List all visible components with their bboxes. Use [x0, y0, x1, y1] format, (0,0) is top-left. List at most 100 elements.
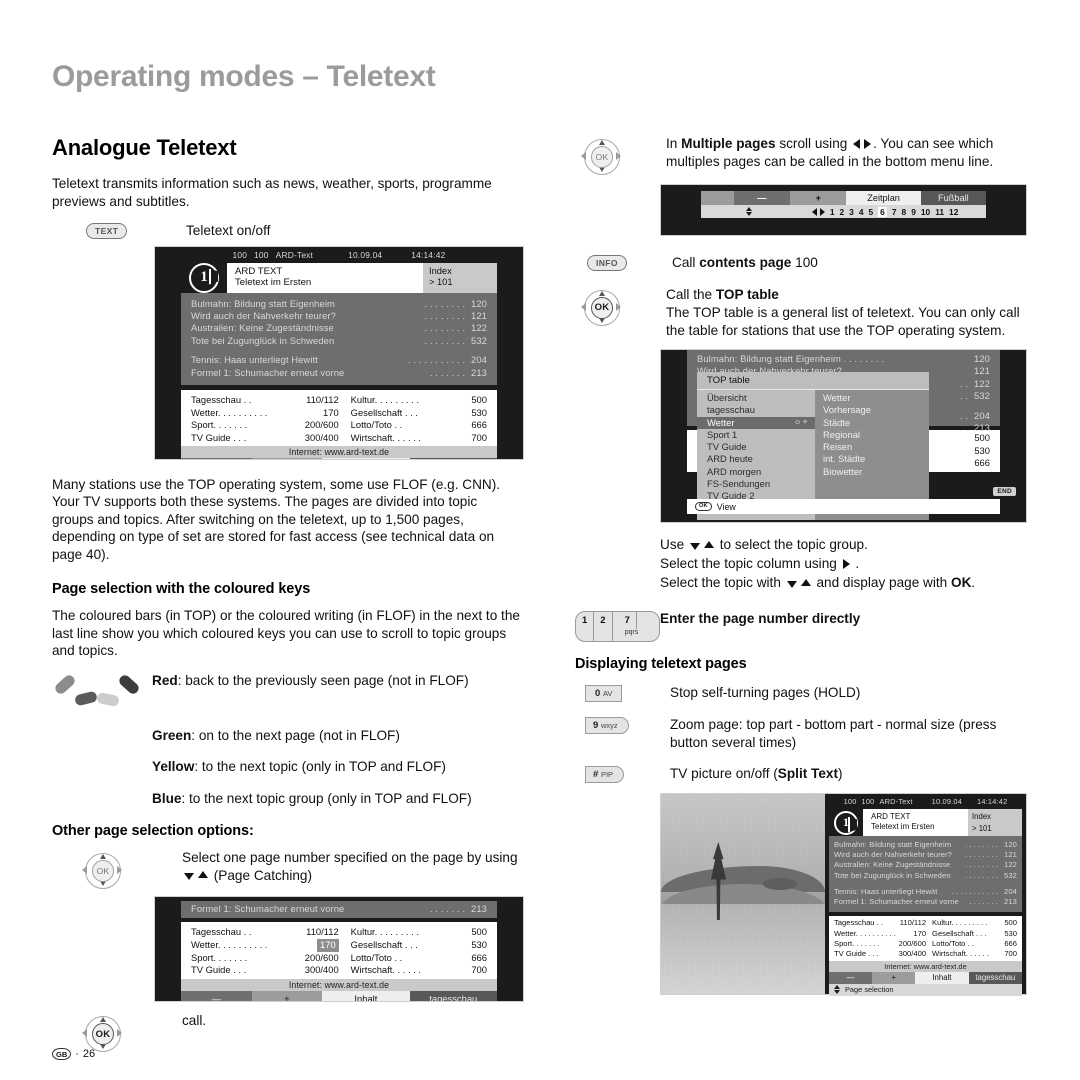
- tt-news-num: 122: [974, 377, 990, 389]
- tt-sports-text: Formel 1: Schumacher erneut vorne: [834, 897, 959, 907]
- topic-item[interactable]: Wetter: [815, 392, 929, 404]
- mp-number[interactable]: 12: [949, 207, 958, 217]
- mp-number[interactable]: 11: [935, 207, 944, 217]
- mp-spacer: [701, 191, 734, 205]
- topic-item[interactable]: Regional: [815, 429, 929, 441]
- number-key-2[interactable]: 2: [594, 612, 613, 641]
- teletext-screenshot-page-catching: Formel 1: Schumacher erneut vorne . . . …: [154, 896, 524, 1002]
- arrow-down-icon: [184, 873, 194, 881]
- tt-sports-num: 213: [1004, 897, 1017, 907]
- tt-news-text: Australien: Keine Zugeständnisse: [834, 860, 951, 870]
- navigation-ring-icon[interactable]: OK: [581, 136, 621, 176]
- tt-news-text: Wird auch der Nahverkehr teurer?: [834, 850, 952, 860]
- tt-key-red[interactable]: —: [181, 990, 252, 1001]
- text-key[interactable]: TEXT: [86, 223, 128, 239]
- tt-key-blue[interactable]: tagesschau: [409, 990, 497, 1001]
- key-0-av[interactable]: 0 AV: [585, 685, 623, 702]
- top-table-usage: Use to select the topic group. Select th…: [660, 535, 1030, 592]
- right-column: OK In Multiple pages scroll using . You …: [575, 135, 1030, 996]
- coloured-keys-icon: [52, 672, 144, 713]
- coloured-key-name-yellow: Yellow: [152, 759, 195, 774]
- mp-key-red[interactable]: —: [733, 191, 791, 205]
- tt-sports-row: Formel 1: Schumacher erneut vorne . . . …: [191, 903, 487, 915]
- tt-sports-num: 213: [471, 366, 487, 378]
- topic-item[interactable]: Reisen: [815, 441, 929, 453]
- tt-colour-bar: — + Inhalt tagesschau: [181, 458, 497, 459]
- usage-post: .: [855, 556, 860, 571]
- mp-number[interactable]: 7: [892, 207, 897, 217]
- topic-group-item[interactable]: Sport 1: [697, 429, 815, 441]
- tt-news-row: Bulmahn: Bildung statt Eigenheim . . . .…: [697, 353, 990, 365]
- eins-logo-icon: 1: [834, 810, 858, 835]
- topic-group-item[interactable]: FS-Sendungen: [697, 478, 815, 490]
- number-keys-icon[interactable]: 1 2 7 pqrs: [575, 611, 660, 642]
- tt-key-yellow[interactable]: Inhalt: [322, 990, 410, 1001]
- tt-idx-r-num: 500: [974, 432, 990, 443]
- tt-key-blue[interactable]: tagesschau: [968, 971, 1022, 984]
- tt-idx-l-num: 110/112: [899, 918, 927, 928]
- tt-key-green[interactable]: +: [872, 971, 916, 984]
- mp-number[interactable]: 2: [839, 207, 844, 217]
- tt-key-yellow[interactable]: Inhalt: [915, 971, 969, 984]
- topic-group-item[interactable]: ARD heute: [697, 453, 815, 465]
- navigation-ring-icon[interactable]: OK: [82, 850, 122, 890]
- tt-key-blue[interactable]: tagesschau: [409, 458, 497, 459]
- pip-caption-bold: Split Text: [777, 766, 838, 781]
- topic-group-item[interactable]: Übersicht: [697, 392, 815, 404]
- tt-idx-r-num: 700: [1004, 949, 1017, 959]
- key-9-wxyz[interactable]: 9 wxyz: [585, 717, 629, 734]
- mp-number[interactable]: 8: [902, 207, 907, 217]
- tt-idx-r-name: Kultur. . . . . . . . .: [350, 926, 419, 938]
- mp-number[interactable]: 4: [859, 207, 864, 217]
- mp-number[interactable]: 9: [911, 207, 916, 217]
- topic-item[interactable]: int. Städte: [815, 453, 929, 465]
- ok-label: OK: [92, 1023, 114, 1045]
- key-sublabel: PIP: [600, 769, 614, 779]
- tt-idx-l-num-selected[interactable]: 170: [317, 939, 339, 952]
- text-key-cell: TEXT: [52, 222, 186, 239]
- page-footer: GB · 26: [52, 1048, 95, 1060]
- mp-key-blue[interactable]: Fußball: [920, 191, 986, 205]
- tt-date: 10.09.04: [348, 249, 383, 260]
- coloured-key-row-red: Red: back to the previously seen page (n…: [52, 672, 522, 713]
- topic-item[interactable]: Biowetter: [815, 466, 929, 478]
- mp-key-green[interactable]: +: [790, 191, 847, 205]
- tt-key-red[interactable]: —: [181, 458, 252, 459]
- topic-item[interactable]: Vorhersage: [815, 404, 929, 416]
- topic-group-item[interactable]: tagesschau: [697, 404, 815, 416]
- tt-title-line1: ARD TEXT: [871, 812, 911, 821]
- ok-button-icon[interactable]: OK: [82, 1013, 122, 1053]
- usage-post: .: [971, 575, 976, 590]
- multiple-pages-line1: In Multiple pages scroll using . You can…: [666, 135, 1030, 153]
- tt-key-green[interactable]: +: [251, 458, 323, 459]
- display-caption-pip: TV picture on/off (Split Text): [670, 765, 1030, 783]
- tt-index-value: > 101: [429, 277, 453, 287]
- tt-internet-line: Internet: www.ard-text.de: [181, 978, 497, 991]
- end-badge: END: [993, 487, 1016, 496]
- tt-idx-r-name: Wirtschaft. . . . . .: [350, 431, 421, 443]
- number-key-7[interactable]: 7 pqrs: [613, 612, 659, 641]
- tt-key-yellow[interactable]: Inhalt: [322, 458, 410, 459]
- key-hash-pip[interactable]: # PIP: [585, 766, 625, 783]
- tt-sports-dots: . . . . . . . . . . .: [408, 354, 466, 366]
- ok-button-icon[interactable]: OK: [581, 287, 621, 327]
- mp-number-selected[interactable]: 6: [878, 206, 887, 217]
- tt-news-text: Bulmahn: Bildung statt Eigenheim: [191, 297, 335, 309]
- mp-number[interactable]: 3: [849, 207, 854, 217]
- number-key-1[interactable]: 1: [576, 612, 595, 641]
- mp-key-yellow[interactable]: Zeitplan: [846, 191, 921, 205]
- topic-group-item[interactable]: ARD morgen: [697, 466, 815, 478]
- info-key[interactable]: INFO: [587, 255, 627, 271]
- mp-number[interactable]: 5: [869, 207, 874, 217]
- ok-label: OK: [92, 860, 114, 882]
- tt-news-dots: . . . . . . . .: [964, 840, 999, 849]
- tt-key-green[interactable]: +: [251, 990, 323, 1001]
- tt-key-red[interactable]: —: [829, 971, 873, 984]
- page-catching-line1: Select one page number specified on the …: [182, 850, 518, 865]
- topic-item[interactable]: Städte: [815, 417, 929, 429]
- mp-number[interactable]: 10: [921, 207, 930, 217]
- mp-number[interactable]: 1: [830, 207, 835, 217]
- topic-group-item[interactable]: TV Guide: [697, 441, 815, 453]
- arrow-left-icon: [581, 302, 586, 311]
- topic-group-item-active[interactable]: Wetter ☺✧: [697, 416, 815, 429]
